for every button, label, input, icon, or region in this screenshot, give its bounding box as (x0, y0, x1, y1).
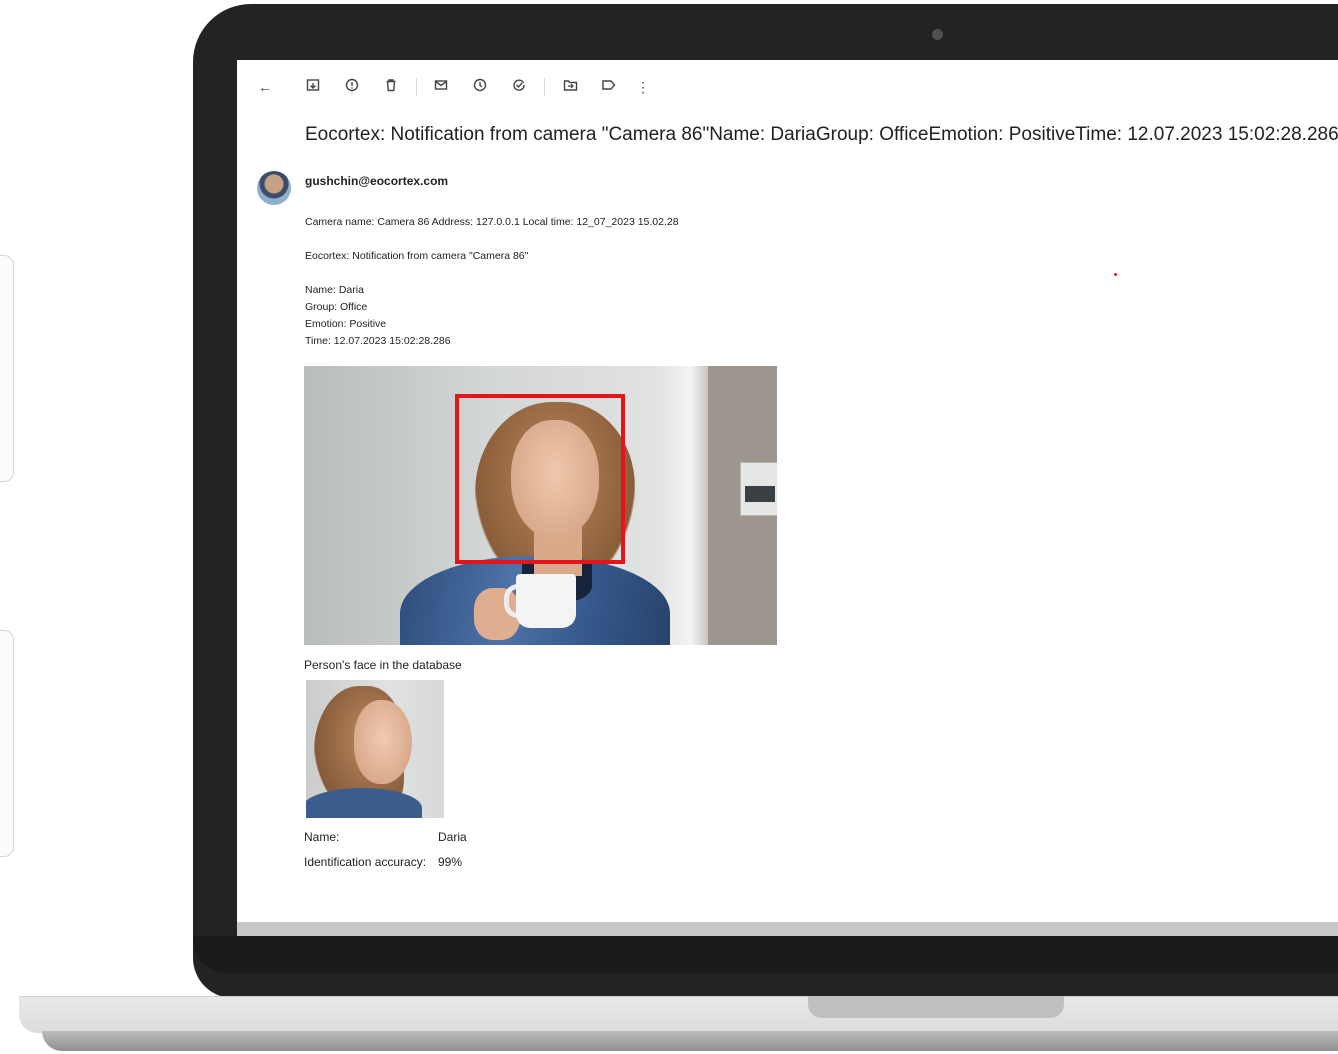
door-frame (664, 366, 708, 645)
webcam (932, 29, 943, 40)
database-face-photo (306, 680, 444, 818)
info-accuracy-label: Identification accuracy: (304, 855, 427, 869)
name-line: Name: Daria (305, 284, 364, 296)
archive-icon[interactable] (303, 78, 323, 96)
info-accuracy-value: 99% (438, 855, 463, 869)
database-caption: Person's face in the database (304, 658, 462, 672)
red-dot (1114, 273, 1117, 276)
sender-email[interactable]: gushchin@eocortex.com (305, 174, 448, 188)
background-device-top (0, 255, 14, 482)
email-toolbar: ← ⋮ (237, 74, 1338, 100)
more-options-icon[interactable]: ⋮ (633, 78, 653, 96)
db-person-shoulder (306, 788, 422, 818)
wall-panel-screen (745, 486, 775, 502)
toolbar-separator (544, 78, 545, 96)
snooze-icon[interactable] (470, 78, 490, 96)
info-name-label: Name: (304, 830, 340, 844)
label-icon[interactable] (598, 78, 618, 96)
mark-unread-icon[interactable] (431, 78, 451, 96)
move-to-icon[interactable] (560, 78, 580, 96)
background-device-bottom (0, 630, 14, 857)
laptop-base-edge (42, 1031, 1338, 1051)
screen-bottom-bar (237, 922, 1338, 936)
emotion-line: Emotion: Positive (305, 318, 387, 330)
email-subject: Eocortex: Notification from camera "Came… (305, 124, 1338, 145)
avatar[interactable] (257, 171, 291, 205)
group-line: Group: Office (305, 301, 368, 313)
camera-snapshot (304, 366, 777, 645)
laptop-screen: ← ⋮ Eocortex: Notification from camera "… (237, 60, 1338, 936)
toolbar-separator (416, 78, 417, 96)
time-line: Time: 12.07.2023 15:02:28.286 (305, 335, 451, 347)
laptop-bezel-bottom (193, 936, 1338, 973)
db-person-face (354, 700, 412, 784)
laptop-base (19, 996, 1338, 1033)
add-to-tasks-icon[interactable] (509, 78, 529, 96)
delete-icon[interactable] (381, 78, 401, 96)
camera-info-line: Camera name: Camera 86 Address: 127.0.0.… (305, 216, 679, 228)
info-name-value: Daria (438, 830, 467, 844)
face-bounding-box (455, 394, 625, 564)
laptop-base-notch (808, 996, 1064, 1018)
notification-line: Eocortex: Notification from camera "Came… (305, 250, 529, 262)
back-arrow-icon[interactable]: ← (255, 78, 275, 96)
report-spam-icon[interactable] (342, 78, 362, 96)
coffee-cup (516, 574, 576, 628)
